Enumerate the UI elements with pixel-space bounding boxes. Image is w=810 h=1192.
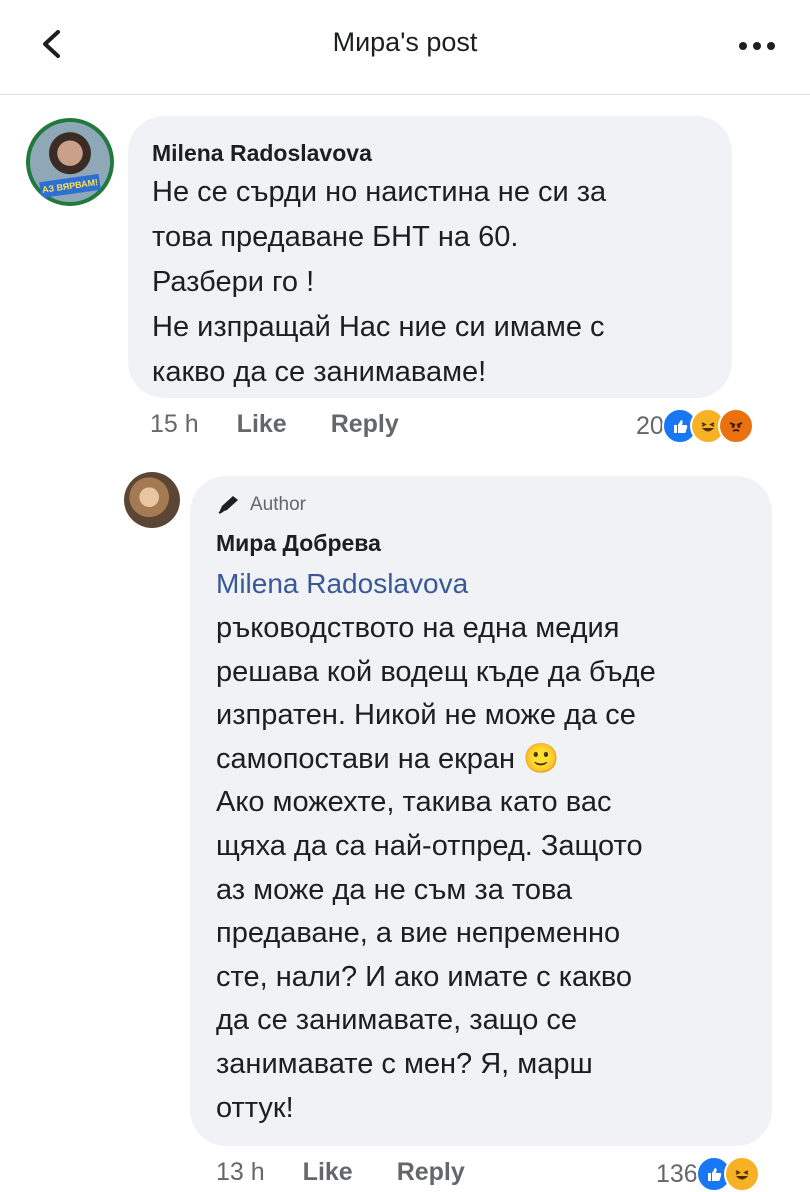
avatar[interactable]: АЗ ВЯРВАМ! [26, 118, 114, 206]
pen-icon [218, 496, 238, 514]
angry-icon [717, 408, 754, 444]
reply-button[interactable]: Reply [331, 410, 399, 439]
reply-button[interactable]: Reply [397, 1158, 465, 1187]
page-title: Мира's post [332, 27, 478, 57]
post-header: Мира's post [0, 0, 810, 95]
like-button[interactable]: Like [303, 1158, 353, 1187]
comment-meta: 13 h Like Reply [216, 1158, 465, 1187]
comment-meta: 15 h Like Reply [150, 410, 399, 439]
reactions-summary[interactable]: 20 [636, 408, 754, 444]
comment-time: 13 h [216, 1158, 265, 1186]
comment-author[interactable]: Мира Добрева [216, 530, 381, 557]
mention-link[interactable]: Milena Radoslavova [216, 568, 468, 600]
haha-icon [723, 1156, 760, 1192]
avatar[interactable] [124, 472, 180, 528]
author-badge: Author [216, 494, 306, 516]
comment-author[interactable]: Milena Radoslavova [152, 140, 372, 167]
reaction-count: 20 [636, 411, 664, 440]
reactions-summary[interactable]: 136 [656, 1156, 760, 1192]
comment-text: ръководството на една медия решава кой в… [216, 612, 656, 1124]
like-button[interactable]: Like [237, 410, 287, 439]
more-options-icon[interactable] [732, 26, 782, 66]
reaction-count: 136 [656, 1159, 698, 1188]
comment-time: 15 h [150, 410, 199, 438]
author-badge-label: Author [250, 494, 306, 515]
comment-text: Не се сърди но наистина не си за това пр… [152, 176, 607, 388]
